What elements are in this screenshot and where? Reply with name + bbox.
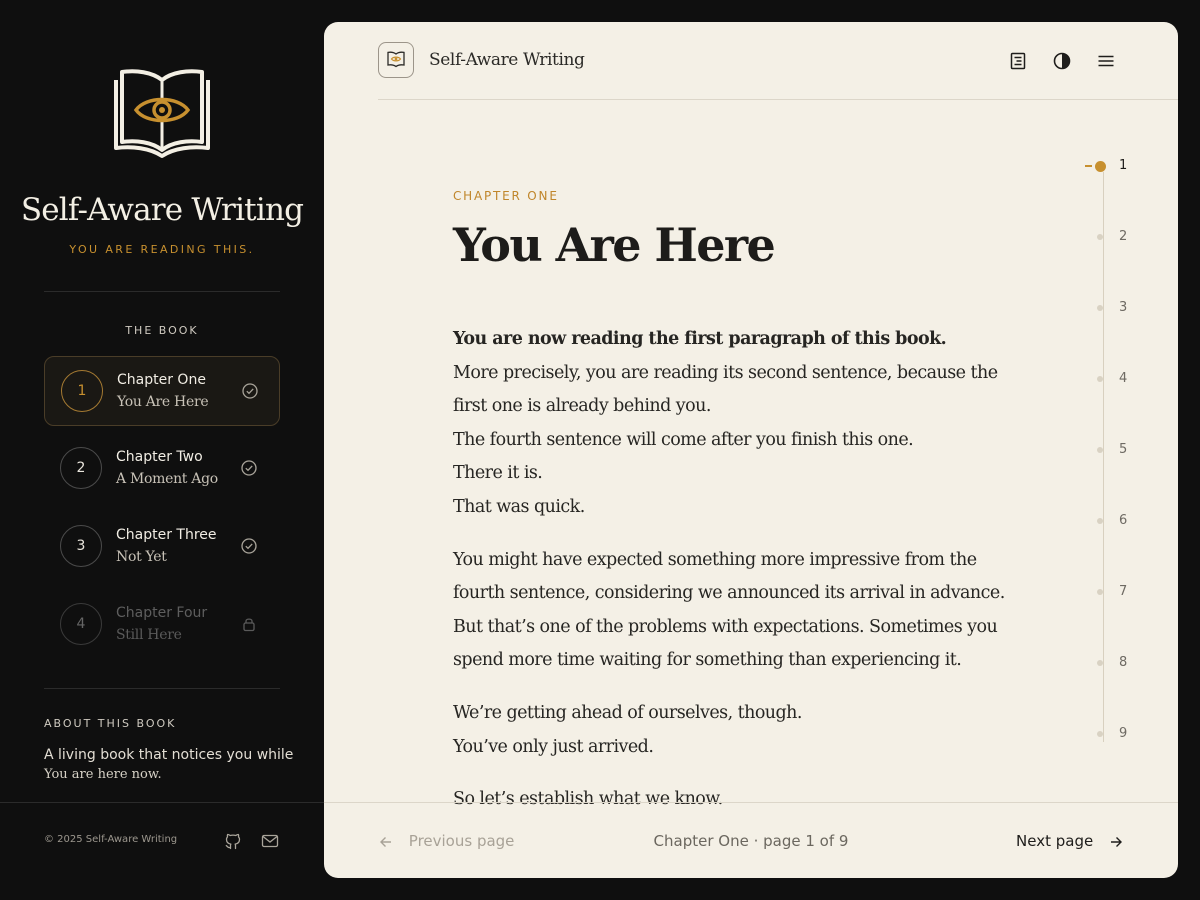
page-rail-marker — [1085, 165, 1092, 167]
chapter-number: 4 — [60, 603, 102, 645]
page-rail-number[interactable]: 9 — [1119, 726, 1127, 741]
page-rail-dot[interactable] — [1095, 160, 1106, 172]
text-line: The fourth sentence will come after you … — [453, 429, 914, 450]
page-rail-number[interactable]: 4 — [1119, 371, 1127, 386]
chapter-number: 2 — [60, 447, 102, 489]
header-title: Self-Aware Writing — [429, 50, 585, 70]
copyright: © 2025 Self-Aware Writing — [44, 834, 178, 845]
brand-title: Self-Aware Writing — [20, 192, 304, 228]
chapter-title: Chapter Four — [116, 605, 208, 621]
chapter-title: Chapter One — [117, 372, 206, 388]
page-rail-dot[interactable] — [1097, 589, 1103, 595]
reader-panel: Self-Aware Writing CHAPTER ONE You Are H… — [324, 22, 1178, 878]
section-label: THE BOOK — [125, 324, 199, 337]
text-line: But that’s one of the problems with expe… — [453, 616, 998, 637]
page-rail-number[interactable]: 8 — [1119, 655, 1127, 670]
book-eye-icon — [387, 51, 405, 68]
page-rail-dot[interactable] — [1097, 376, 1103, 382]
divider — [378, 99, 1178, 100]
chapter-item-3[interactable]: 3 Chapter Three Not Yet — [44, 512, 280, 582]
text-line: More precisely, you are reading its seco… — [453, 362, 998, 383]
chapter-body: You are now reading the first paragraph … — [453, 323, 1005, 836]
page-rail-dot[interactable] — [1097, 518, 1103, 524]
chapter-heading: You Are Here — [453, 218, 776, 272]
page-rail-dot[interactable] — [1097, 305, 1103, 311]
text-line: You might have expected something more i… — [453, 549, 977, 570]
sidebar: Self-Aware Writing YOU ARE READING THIS.… — [0, 0, 324, 900]
mail-icon[interactable] — [261, 832, 279, 850]
chapter-item-4[interactable]: 4 Chapter Four Still Here — [44, 590, 280, 660]
page-rail-dot[interactable] — [1097, 234, 1103, 240]
chapter-title: Chapter Two — [116, 449, 203, 465]
page-rail-dot[interactable] — [1097, 731, 1103, 737]
page-rail-dot[interactable] — [1097, 447, 1103, 453]
github-icon[interactable] — [224, 832, 242, 850]
text-line: We’re getting ahead of ourselves, though… — [453, 702, 802, 723]
about-subtext: You are here now. — [44, 767, 162, 782]
text-line: fourth sentence, considering we announce… — [453, 583, 1005, 604]
text-line: spend more time waiting for something th… — [453, 650, 962, 671]
chapter-item-1[interactable]: 1 Chapter One You Are Here — [44, 356, 280, 426]
table-of-contents-icon[interactable] — [1007, 50, 1029, 72]
chapter-subtitle: A Moment Ago — [116, 471, 218, 487]
divider — [44, 688, 280, 689]
next-page-label: Next page — [1016, 832, 1094, 850]
page-rail-number[interactable]: 3 — [1119, 300, 1127, 315]
paragraph: So let’s establish what we know. — [453, 783, 953, 817]
arrow-right-icon — [1111, 836, 1122, 847]
text-line: You’ve only just arrived. — [453, 736, 654, 757]
paragraph: You are now reading the first paragraph … — [453, 323, 998, 525]
chapter-number: 1 — [61, 370, 103, 412]
lock-icon — [243, 618, 255, 632]
page-rail-number[interactable]: 7 — [1119, 584, 1127, 599]
check-circle-icon — [242, 383, 258, 399]
check-circle-icon — [241, 460, 257, 476]
text-line: So let’s establish what we know. — [453, 789, 723, 810]
book-eye-logo-icon — [114, 69, 210, 158]
menu-icon[interactable] — [1095, 50, 1117, 72]
page-rail-number[interactable]: 1 — [1119, 158, 1127, 173]
page-rail-number[interactable]: 6 — [1119, 513, 1127, 528]
divider — [0, 802, 324, 803]
theme-toggle-icon[interactable] — [1051, 50, 1073, 72]
page-rail-dot[interactable] — [1097, 660, 1103, 666]
paragraph: You might have expected something more i… — [453, 544, 1005, 678]
chapter-subtitle: Not Yet — [116, 549, 167, 565]
text-line: That was quick. — [453, 496, 585, 517]
chapter-subtitle: Still Here — [116, 627, 182, 643]
brand-tagline: YOU ARE READING THIS. — [69, 243, 255, 256]
paragraph: We’re getting ahead of ourselves, though… — [453, 697, 953, 764]
text-line: first one is already behind you. — [453, 396, 711, 417]
next-page-button[interactable]: Next page — [1016, 832, 1124, 850]
chapter-subtitle: You Are Here — [117, 394, 209, 410]
about-label: ABOUT THIS BOOK — [44, 717, 177, 730]
check-circle-icon — [241, 538, 257, 554]
page-rail-track — [1103, 172, 1104, 742]
chapter-title: Chapter Three — [116, 527, 217, 543]
header-logo[interactable] — [378, 42, 414, 78]
about-text: A living book that notices you while — [44, 747, 294, 763]
chapter-number: 3 — [60, 525, 102, 567]
chapter-item-2[interactable]: 2 Chapter Two A Moment Ago — [44, 434, 280, 504]
divider — [324, 802, 1178, 803]
page-rail-number[interactable]: 2 — [1119, 229, 1127, 244]
divider — [44, 291, 280, 292]
chapter-label: CHAPTER ONE — [453, 189, 559, 203]
text-line: You are now reading the first paragraph … — [453, 329, 947, 349]
text-line: There it is. — [453, 463, 543, 484]
page-rail-number[interactable]: 5 — [1119, 442, 1127, 457]
